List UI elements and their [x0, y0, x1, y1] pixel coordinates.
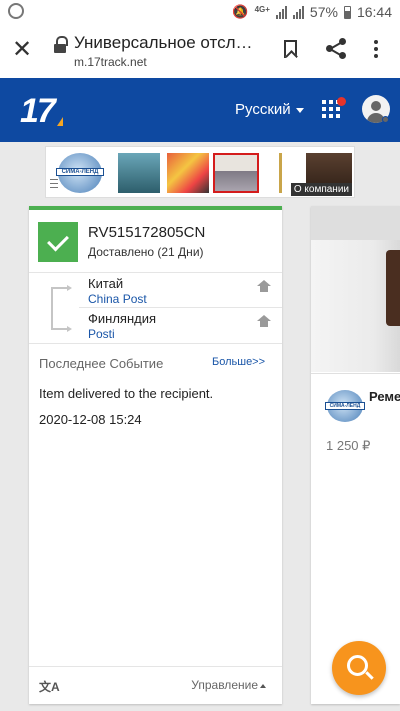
last-event-label: Последнее Событие	[39, 356, 164, 371]
home-icon[interactable]	[257, 315, 271, 331]
network-type: 4G+	[254, 4, 270, 14]
url-text[interactable]: m.17track.net	[74, 55, 147, 69]
page-title[interactable]: Универсальное отслежи...	[74, 33, 260, 53]
divider	[29, 343, 282, 344]
avatar-badge	[382, 116, 389, 123]
event-time: 2020-12-08 15:24	[39, 412, 142, 427]
route-arrow-icon	[51, 285, 72, 332]
ad-product-candle[interactable]	[118, 153, 160, 193]
status-icons: 🔕 4G+ 57% 16:44	[232, 4, 392, 20]
check-icon	[38, 222, 78, 262]
product-card-header	[311, 206, 400, 240]
product-image[interactable]	[311, 240, 400, 372]
more-link[interactable]: Больше>>	[212, 356, 265, 368]
clock: 16:44	[356, 4, 392, 20]
battery-percent: 57%	[309, 4, 338, 20]
more-vert-icon[interactable]	[374, 40, 378, 61]
divider	[29, 272, 282, 273]
home-icon[interactable]	[257, 280, 271, 296]
ad-product-toys[interactable]	[167, 153, 209, 193]
origin-country: Китай	[88, 276, 124, 291]
product-title[interactable]: Реме	[369, 389, 400, 404]
search-fab-button[interactable]	[332, 641, 386, 695]
card-footer: 文A Управление	[29, 666, 282, 704]
destination-country: Финляндия	[88, 311, 157, 326]
manage-label: Управление	[191, 678, 258, 692]
close-icon[interactable]: ✕	[12, 38, 32, 62]
mute-icon: 🔕	[232, 4, 249, 19]
site-logo[interactable]: 17	[20, 92, 56, 131]
whatsapp-icon	[8, 3, 24, 19]
signal-icon-2	[292, 5, 304, 19]
event-description: Item delivered to the recipient.	[39, 386, 214, 401]
ad-brand-logo[interactable]: СИМА-ЛЕНД	[56, 153, 104, 193]
translate-icon[interactable]: 文A	[39, 678, 60, 695]
battery-icon	[343, 5, 351, 19]
logo-accent-icon	[57, 117, 63, 126]
language-selector[interactable]: Русский	[235, 101, 304, 118]
site-header: 17 Русский	[0, 78, 400, 142]
bookmark-icon[interactable]	[284, 40, 297, 58]
ad-product-bedding[interactable]	[213, 153, 259, 193]
chevron-up-icon	[260, 683, 266, 688]
chevron-down-icon	[295, 107, 304, 113]
destination-carrier[interactable]: Posti	[88, 327, 115, 341]
product-price: 1 250 ₽	[326, 438, 371, 453]
share-icon[interactable]	[326, 38, 348, 60]
lock-icon	[54, 36, 68, 53]
ad-strip: СИМА-ЛЕНД О компании	[0, 142, 400, 202]
product-card[interactable]: СИМА-ЛЕНД Реме 1 250 ₽	[311, 206, 400, 704]
product-brand-logo: СИМА-ЛЕНД	[325, 390, 365, 422]
tracking-number[interactable]: RV515172805CN	[88, 224, 205, 241]
language-label: Русский	[235, 101, 291, 118]
divider	[311, 373, 400, 374]
ad-banner[interactable]: СИМА-ЛЕНД О компании	[45, 146, 355, 198]
notification-dot	[337, 97, 346, 106]
delivery-status: Доставлено (21 Дни)	[88, 245, 204, 259]
ad-menu-icon[interactable]	[50, 179, 58, 191]
manage-button[interactable]: Управление	[191, 678, 266, 692]
signal-icon	[275, 5, 287, 19]
ad-about-label[interactable]: О компании	[290, 183, 352, 196]
tracking-card: RV515172805CN Доставлено (21 Дни) Китай …	[29, 206, 282, 704]
browser-toolbar: ✕ Универсальное отслежи... m.17track.net	[0, 24, 400, 78]
origin-carrier[interactable]: China Post	[88, 292, 147, 306]
status-bar: 🔕 4G+ 57% 16:44	[0, 0, 400, 24]
divider	[79, 307, 282, 308]
